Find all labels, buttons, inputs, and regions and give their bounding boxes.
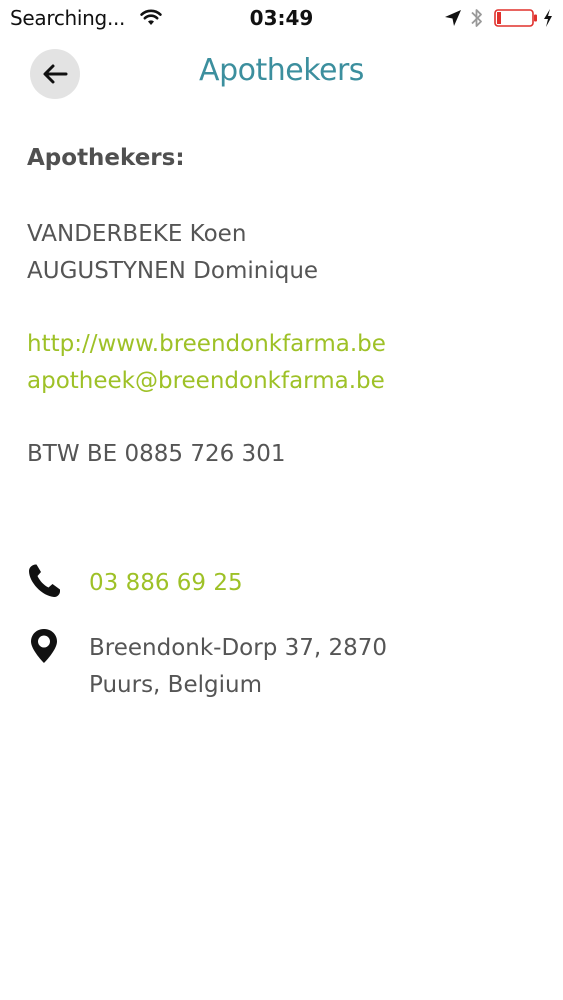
section-heading: Apothekers: — [27, 145, 185, 171]
status-bar: Searching... 03:49 — [0, 0, 563, 38]
address-line: Puurs, Belgium — [89, 672, 262, 698]
pharmacy-info: Apothekers: VANDERBEKE Koen AUGUSTYNEN D… — [27, 140, 537, 473]
phone-number-link[interactable]: 03 886 69 25 — [89, 565, 243, 602]
charging-icon — [542, 8, 554, 28]
location-arrow-icon — [444, 9, 462, 27]
phone-icon — [27, 563, 61, 599]
address-line: Breendonk-Dorp 37, 2870 — [89, 635, 388, 661]
pharmacist-name: AUGUSTYNEN Dominique — [27, 258, 319, 284]
battery-icon — [494, 9, 538, 27]
address-text: Breendonk-Dorp 37, 2870 Puurs, Belgium — [89, 630, 387, 704]
contact-links: http://www.breendonkfarma.be apotheek@br… — [27, 326, 537, 400]
page-title: Apothekers — [199, 53, 364, 88]
email-link[interactable]: apotheek@breendonkfarma.be — [27, 363, 537, 400]
pharmacist-list: VANDERBEKE Koen AUGUSTYNEN Dominique — [27, 216, 537, 290]
vat-number: BTW BE 0885 726 301 — [27, 441, 286, 467]
map-pin-icon — [27, 628, 61, 664]
pharmacist-name: VANDERBEKE Koen — [27, 221, 247, 247]
bluetooth-icon — [470, 6, 484, 30]
website-link[interactable]: http://www.breendonkfarma.be — [27, 326, 537, 363]
